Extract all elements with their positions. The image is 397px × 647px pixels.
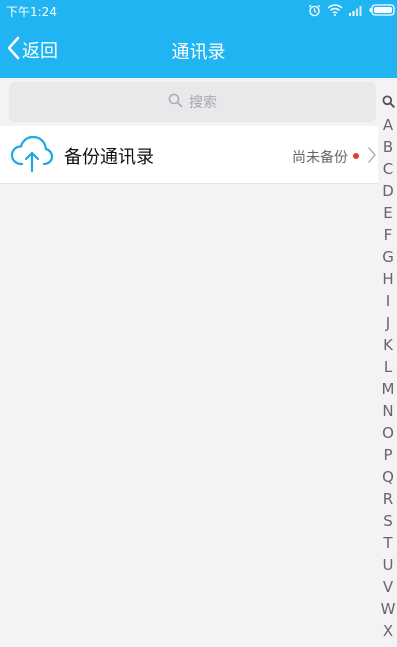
index-letter-p[interactable]: P xyxy=(379,444,397,466)
backup-contacts-label: 备份通讯录 xyxy=(64,147,154,168)
index-letter-d[interactable]: D xyxy=(379,180,397,202)
cloud-upload-icon xyxy=(10,134,54,178)
status-time: 下午1:24 xyxy=(6,5,57,19)
index-letter-n[interactable]: N xyxy=(379,400,397,422)
top-bar: 下午1:24 返回 通讯录 xyxy=(0,0,397,78)
index-letter-a[interactable]: A xyxy=(379,114,397,136)
index-letter-w[interactable]: W xyxy=(379,598,397,620)
search-placeholder: 搜索 xyxy=(189,95,217,111)
index-letter-f[interactable]: F xyxy=(379,224,397,246)
index-letter-t[interactable]: T xyxy=(379,532,397,554)
index-letter-x[interactable]: X xyxy=(379,620,397,642)
index-letter-e[interactable]: E xyxy=(379,202,397,224)
index-letter-q[interactable]: Q xyxy=(379,466,397,488)
backup-contacts-row[interactable]: 备份通讯录 尚未备份 xyxy=(0,126,378,184)
index-letter-r[interactable]: R xyxy=(379,488,397,510)
search-inner: 搜索 xyxy=(168,92,217,112)
chevron-right-icon xyxy=(367,146,377,168)
signal-icon xyxy=(349,5,363,16)
wifi-icon xyxy=(327,4,343,16)
index-search-icon[interactable] xyxy=(382,92,395,111)
search-bar[interactable]: 搜索 xyxy=(9,82,376,122)
alarm-icon xyxy=(308,4,321,17)
battery-icon xyxy=(369,4,395,16)
status-icons xyxy=(308,3,395,17)
index-letter-o[interactable]: O xyxy=(379,422,397,444)
index-letter-b[interactable]: B xyxy=(379,136,397,158)
index-letter-g[interactable]: G xyxy=(379,246,397,268)
index-letter-u[interactable]: U xyxy=(379,554,397,576)
index-letter-c[interactable]: C xyxy=(379,158,397,180)
screen: 下午1:24 返回 通讯录 搜索 备份通讯录 尚未备份 A B C D E F … xyxy=(0,0,397,647)
index-letter-v[interactable]: V xyxy=(379,576,397,598)
page-title: 通讯录 xyxy=(171,42,226,63)
index-letter-s[interactable]: S xyxy=(379,510,397,532)
backup-status: 尚未备份 xyxy=(292,150,348,166)
index-letter-j[interactable]: J xyxy=(379,312,397,334)
unbacked-badge-dot xyxy=(353,153,359,159)
search-icon xyxy=(168,93,183,112)
alphabet-index[interactable]: ABCDEFGHIJKLMNOPQRSTUVWX xyxy=(379,92,397,642)
index-letter-k[interactable]: K xyxy=(379,334,397,356)
index-letter-i[interactable]: I xyxy=(379,290,397,312)
index-letter-m[interactable]: M xyxy=(379,378,397,400)
index-letter-h[interactable]: H xyxy=(379,268,397,290)
index-letter-l[interactable]: L xyxy=(379,356,397,378)
